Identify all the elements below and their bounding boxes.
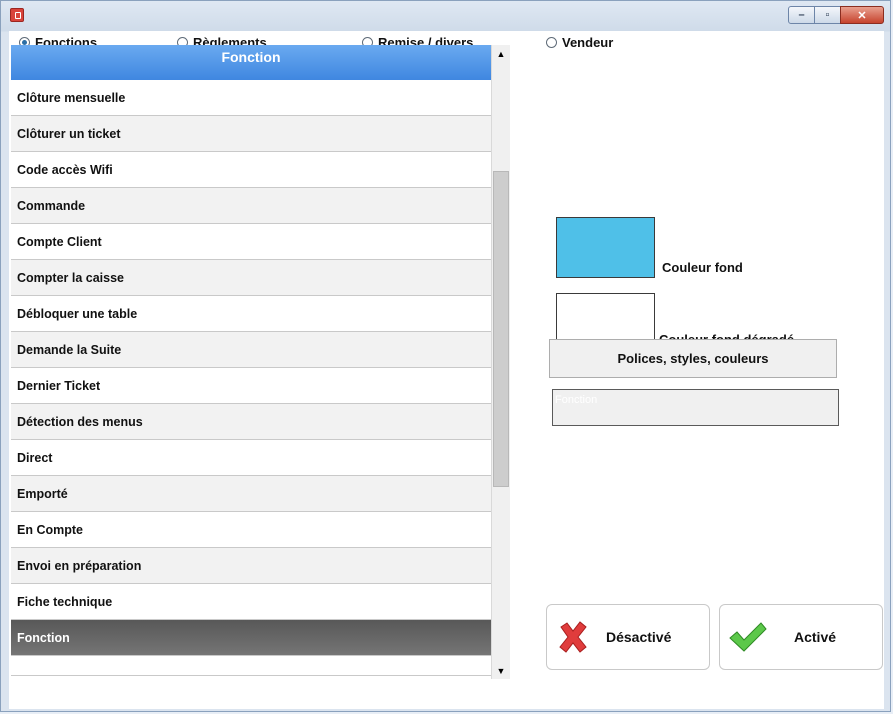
list-item[interactable]: Compte Client xyxy=(11,224,491,260)
list-item[interactable]: Code accès Wifi xyxy=(11,152,491,188)
radio-unselected-icon xyxy=(546,37,557,48)
window: – ▫ ✕ Fonctions Règlements Remise / dive… xyxy=(0,0,891,712)
deactivate-label: Désactivé xyxy=(606,629,672,645)
list-item[interactable]: Détection des menus xyxy=(11,404,491,440)
window-controls: – ▫ ✕ xyxy=(788,6,884,24)
list-item[interactable]: Envoi en préparation xyxy=(11,548,491,584)
list-item[interactable]: Clôturer un ticket xyxy=(11,116,491,152)
activate-label: Activé xyxy=(794,629,837,645)
list-item[interactable]: Direct xyxy=(11,440,491,476)
minimize-icon: – xyxy=(798,9,805,21)
activate-button[interactable]: Activé xyxy=(719,604,883,670)
app-icon xyxy=(10,8,24,22)
list-item[interactable]: Compter la caisse xyxy=(11,260,491,296)
radio-label: Vendeur xyxy=(562,35,614,50)
list-scrollbar[interactable]: ▲ ▼ xyxy=(491,45,510,679)
radio-vendeur[interactable]: Vendeur xyxy=(546,35,613,50)
deactivate-button[interactable]: Désactivé xyxy=(546,604,710,670)
list-item[interactable]: En Compte xyxy=(11,512,491,548)
list-item-selected[interactable]: Fonction xyxy=(11,620,491,656)
list-item[interactable]: Débloquer une table xyxy=(11,296,491,332)
close-button[interactable]: ✕ xyxy=(840,6,884,24)
fonts-styles-colors-button[interactable]: Polices, styles, couleurs xyxy=(549,339,837,378)
scroll-down-arrow-icon[interactable]: ▼ xyxy=(492,662,510,679)
restore-icon: ▫ xyxy=(825,9,830,21)
list-item[interactable]: Commande xyxy=(11,188,491,224)
green-check-icon xyxy=(729,622,767,652)
list-item[interactable]: Emporté xyxy=(11,476,491,512)
scroll-thumb[interactable] xyxy=(493,171,509,487)
scroll-up-arrow-icon[interactable]: ▲ xyxy=(492,45,510,62)
list-item[interactable]: Dernier Ticket xyxy=(11,368,491,404)
close-icon: ✕ xyxy=(857,9,867,22)
style-preview-box: Fonction xyxy=(552,389,839,426)
function-list[interactable]: Fonction Clôture mensuelle Clôturer un t… xyxy=(11,45,491,679)
red-x-icon xyxy=(559,621,587,653)
list-item[interactable]: Clôture mensuelle xyxy=(11,80,491,116)
background-color-label: Couleur fond xyxy=(662,260,743,275)
list-item[interactable]: Demande la Suite xyxy=(11,332,491,368)
preview-text: Fonction xyxy=(555,394,598,406)
list-item[interactable]: Fiche technique xyxy=(11,584,491,620)
background-color-swatch[interactable] xyxy=(556,217,655,278)
maximize-button[interactable]: ▫ xyxy=(814,6,841,24)
list-item-partial[interactable] xyxy=(11,656,491,676)
title-bar: – ▫ ✕ xyxy=(1,1,890,31)
list-header: Fonction xyxy=(11,45,491,80)
minimize-button[interactable]: – xyxy=(788,6,815,24)
